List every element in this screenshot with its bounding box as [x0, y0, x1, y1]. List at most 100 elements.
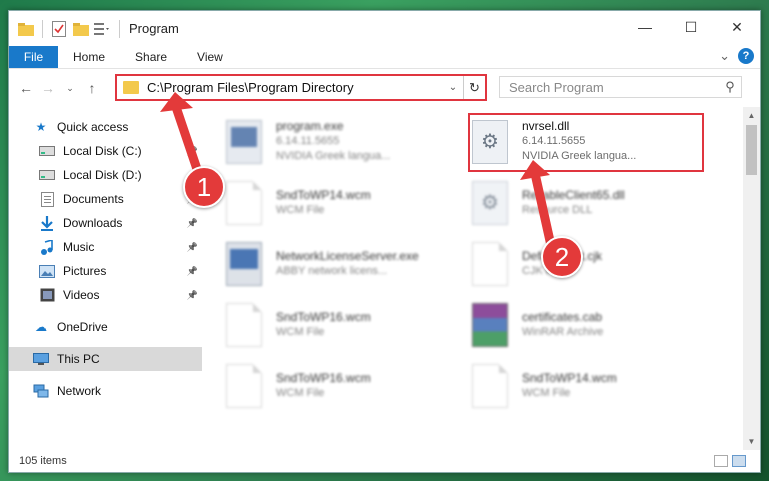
large-icons-view-icon[interactable] [732, 455, 746, 467]
toolbar-separator [42, 19, 43, 38]
file-detail: WCM File [276, 203, 325, 216]
close-button[interactable]: ✕ [714, 11, 760, 43]
properties-icon[interactable] [50, 20, 68, 38]
file-item[interactable]: SndToWP16.wcm WCM File [222, 294, 468, 355]
scroll-up-icon[interactable]: ▲ [743, 107, 760, 124]
doc-icon [472, 363, 508, 408]
search-box[interactable]: Search Program ⚲ [499, 76, 742, 98]
file-name: ReliableClient65.dll [522, 187, 625, 202]
doc-icon [226, 363, 262, 408]
file-text: NetworkLicenseServer.exe ABBY network lic… [276, 249, 419, 279]
nav-item-documents[interactable]: Documents📌 [9, 187, 202, 211]
nav-this-pc[interactable]: This PC [9, 347, 202, 371]
nav-onedrive[interactable]: ☁ OneDrive [9, 315, 202, 339]
up-arrow-icon[interactable]: ↑ [81, 80, 103, 96]
file-detail: Resource DLL [522, 203, 593, 216]
address-path[interactable]: C:\Program Files\Program Directory [147, 80, 443, 95]
refresh-icon[interactable]: ↻ [463, 76, 485, 99]
help-icon[interactable]: ? [738, 48, 754, 64]
maximize-button[interactable]: ☐ [668, 11, 714, 43]
nav-item-music[interactable]: Music 📌 [9, 235, 202, 259]
details-view-icon[interactable] [714, 455, 728, 467]
forward-arrow-icon[interactable]: → [37, 80, 59, 96]
recent-locations-chevron-icon[interactable]: ⌄ [59, 83, 81, 94]
file-item[interactable]: ⚙ ReliableClient65.dll Resource DLL [468, 172, 714, 233]
file-name: SndToWP14.wcm [522, 370, 617, 385]
file-detail: ABBY network licens... [276, 264, 388, 277]
file-text: program.exe 6.14.11.5655 NVIDIA Greek lang… [276, 119, 390, 164]
exe-icon [226, 119, 262, 164]
network-icon [33, 384, 49, 398]
nav-item-pictures[interactable]: Pictures 📌 [9, 259, 202, 283]
file-detail: WinRAR Archive [522, 325, 604, 338]
pin-icon[interactable]: 📌 [187, 266, 198, 277]
dll-icon: ⚙ [472, 180, 508, 225]
folder-icon[interactable] [17, 20, 35, 38]
file-text: certificates.cab WinRAR Archive [522, 310, 603, 340]
callout-badge-2: 2 [541, 236, 583, 278]
nav-item-videos[interactable]: Videos 📌 [9, 283, 202, 307]
explorer-window: Program — ☐ ✕ File Home Share View ⌄ ? ←… [8, 10, 761, 473]
computer-icon [33, 352, 49, 366]
pictures-icon [39, 264, 55, 278]
file-name: certificates.cab [522, 309, 603, 324]
pin-icon[interactable]: 📌 [187, 242, 198, 253]
music-icon [39, 239, 55, 255]
item-count: 105 items [19, 455, 67, 467]
tab-file[interactable]: File [9, 46, 58, 68]
nav-label: Videos [63, 288, 100, 302]
cloud-icon: ☁ [35, 320, 47, 334]
file-name: NetworkLicenseServer.exe [276, 248, 419, 263]
window-title: Program [129, 21, 179, 36]
toolbar-separator [119, 19, 120, 38]
tab-view[interactable]: View [182, 46, 238, 68]
nav-quick-access[interactable]: ★ Quick access [9, 115, 202, 139]
file-detail: WCM File [522, 386, 571, 399]
vertical-scrollbar[interactable]: ▲ ▼ [743, 107, 760, 450]
search-input[interactable]: Search Program [509, 80, 719, 95]
pin-icon[interactable]: 📌 [187, 218, 198, 229]
nav-item-local-disk-c[interactable]: Local Disk (C:) 📌 [9, 139, 202, 163]
tab-share[interactable]: Share [120, 46, 182, 68]
doc-icon [226, 180, 262, 225]
scroll-down-icon[interactable]: ▼ [743, 433, 760, 450]
file-item[interactable]: DefaultFont.cjkCJK File [468, 233, 714, 294]
address-bar[interactable]: C:\Program Files\Program Directory ⌄ ↻ [115, 74, 487, 101]
main-area: ★ Quick access Local Disk (C:) 📌 Local Dis… [9, 107, 760, 450]
title-bar: Program — ☐ ✕ [9, 11, 760, 46]
net-icon [226, 241, 262, 286]
file-name: SndToWP16.wcm [276, 309, 371, 324]
pin-icon[interactable]: 📌 [187, 290, 198, 301]
drive-icon [39, 144, 55, 158]
rar-icon [472, 302, 508, 347]
quick-access-toolbar [17, 19, 123, 38]
pin-icon[interactable]: 📌 [187, 146, 198, 157]
file-item[interactable]: SndToWP16.wcm WCM File [222, 355, 468, 416]
minimize-button[interactable]: — [622, 11, 668, 43]
file-item[interactable]: NetworkLicenseServer.exe ABBY network lic… [222, 233, 468, 294]
address-row: ← → ⌄ ↑ C:\Program Files\Program Directo… [9, 69, 760, 107]
file-detail: WCM File [276, 386, 325, 399]
search-icon[interactable]: ⚲ [719, 79, 741, 95]
file-item[interactable]: SndToWP14.wcm WCM File [222, 172, 468, 233]
nav-item-downloads[interactable]: Downloads 📌 [9, 211, 202, 235]
file-text: SndToWP14.wcm WCM File [276, 188, 371, 218]
file-name: SndToWP14.wcm [276, 187, 371, 202]
tab-home[interactable]: Home [58, 46, 120, 68]
scroll-thumb[interactable] [746, 125, 757, 175]
file-item[interactable]: program.exe 6.14.11.5655 NVIDIA Greek lang… [222, 111, 468, 172]
expand-ribbon-icon[interactable]: ⌄ [719, 48, 730, 64]
navigation-pane: ★ Quick access Local Disk (C:) 📌 Local Dis… [9, 107, 202, 450]
file-text: ReliableClient65.dll Resource DLL [522, 188, 625, 218]
back-arrow-icon[interactable]: ← [15, 80, 37, 96]
view-switcher [714, 455, 746, 467]
download-icon [39, 215, 55, 231]
nav-network[interactable]: Network [9, 379, 202, 403]
new-folder-icon[interactable] [72, 20, 90, 38]
file-item[interactable]: SndToWP14.wcm WCM File [468, 355, 714, 416]
customize-toolbar-icon[interactable] [94, 20, 112, 38]
address-dropdown-icon[interactable]: ⌄ [443, 82, 463, 93]
file-name: SndToWP16.wcm [276, 370, 371, 385]
nav-item-local-disk-d[interactable]: Local Disk (D:) [9, 163, 202, 187]
file-item[interactable]: certificates.cab WinRAR Archive [468, 294, 714, 355]
